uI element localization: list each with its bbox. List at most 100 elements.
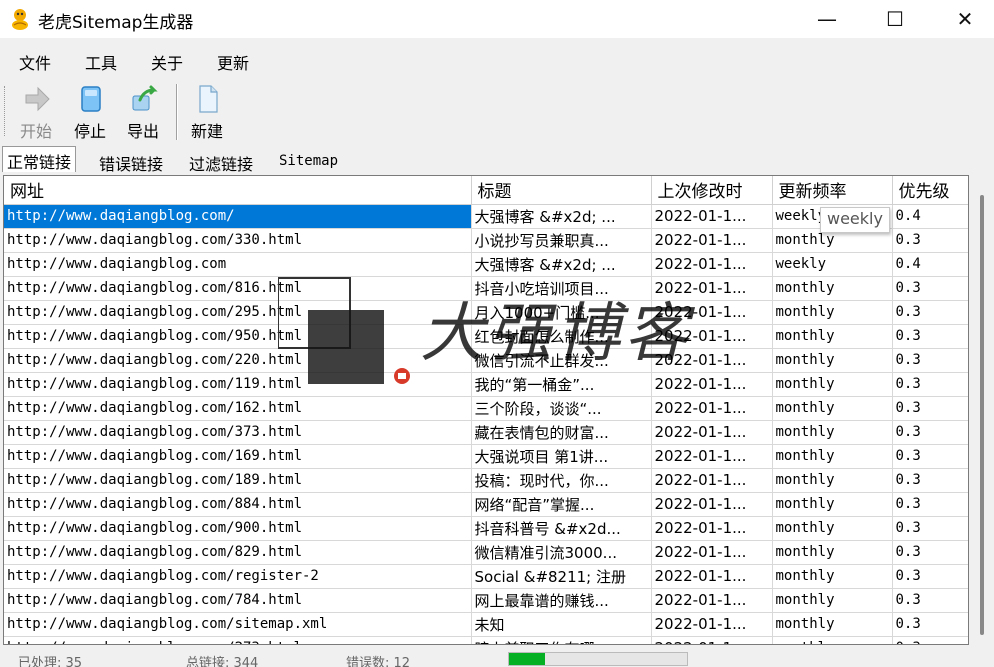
links-table[interactable]: 网址 标题 上次修改时 更新频率 优先级 http://www.daqiangb… (3, 175, 969, 645)
table-row[interactable]: http://www.daqiangblog.com/373.html 藏在表情包… (4, 420, 968, 445)
cell-changefreq: monthly (772, 468, 893, 493)
new-label: 新建 (190, 122, 223, 141)
scrollbar-thumb[interactable] (980, 195, 984, 635)
cell-priority: 0.3 (892, 324, 968, 349)
cell-lastmod: 2022-01-1... (651, 588, 773, 613)
column-title-header[interactable]: 标题 (471, 176, 652, 205)
cell-title: 大强博客 &#x2d; ... (471, 204, 652, 229)
cell-changefreq: monthly (772, 444, 893, 469)
table-row[interactable]: http://www.daqiangblog.com/900.html 抖音科普号… (4, 516, 968, 541)
table-row[interactable]: http://www.daqiangblog.com/169.html 大强说项目… (4, 444, 968, 469)
cell-priority: 0.3 (892, 276, 968, 301)
minimize-button[interactable]: — (804, 0, 850, 38)
cell-url: http://www.daqiangblog.com/273.html (4, 636, 472, 644)
table-row[interactable]: http://www.daqiangblog.com 大强博客 &#x2d; ..… (4, 252, 968, 277)
menu-tools[interactable]: 工具 (85, 50, 117, 74)
table-row[interactable]: http://www.daqiangblog.com/189.html 投稿：现时… (4, 468, 968, 493)
tab-strip: 正常链接 错误链接 过滤链接 Sitemap (0, 146, 994, 174)
cell-title: 大强说项目 第1讲... (471, 444, 652, 469)
cell-url: http://www.daqiangblog.com/784.html (4, 588, 472, 613)
cell-title: 网上最靠谱的赚钱... (471, 588, 652, 613)
cell-lastmod: 2022-01-1... (651, 300, 773, 325)
toolbar-grip[interactable] (4, 86, 7, 136)
table-row[interactable]: http://www.daqiangblog.com/119.html 我的“第一… (4, 372, 968, 397)
status-total-links: 总链接: 344 (186, 656, 259, 667)
table-header-row: 网址 标题 上次修改时 更新频率 优先级 (4, 176, 968, 205)
stop-label: 停止 (73, 122, 106, 141)
cell-priority: 0.3 (892, 372, 968, 397)
table-row[interactable]: http://www.daqiangblog.com/829.html 微信精准引… (4, 540, 968, 565)
cell-priority: 0.3 (892, 588, 968, 613)
column-lastmod-header[interactable]: 上次修改时 (651, 176, 773, 205)
export-icon (132, 85, 158, 111)
cell-url: http://www.daqiangblog.com/162.html (4, 396, 472, 421)
cell-url: http://www.daqiangblog.com/169.html (4, 444, 472, 469)
cell-changefreq: monthly (772, 420, 893, 445)
menu-update[interactable]: 更新 (217, 50, 249, 74)
table-row[interactable]: http://www.daqiangblog.com/295.html 月入100… (4, 300, 968, 325)
cell-title: 未知 (471, 612, 652, 637)
cell-changefreq: monthly (772, 516, 893, 541)
cell-title: 网络“配音”掌握... (471, 492, 652, 517)
cell-changefreq: monthly (772, 396, 893, 421)
cell-url: http://www.daqiangblog.com/295.html (4, 300, 472, 325)
table-row[interactable]: http://www.daqiangblog.com/884.html 网络“配音… (4, 492, 968, 517)
cell-title: 大强博客 &#x2d; ... (471, 252, 652, 277)
tab-normal-links[interactable]: 正常链接 (2, 146, 77, 172)
cell-lastmod: 2022-01-1... (651, 252, 773, 277)
cell-lastmod: 2022-01-1... (651, 228, 773, 253)
cell-changefreq: monthly (772, 540, 893, 565)
export-button[interactable]: 导出 (118, 82, 168, 141)
cell-url: http://www.daqiangblog.com/189.html (4, 468, 472, 493)
tiger-app-icon (12, 9, 28, 30)
cell-title: 月入1000+门槛... (471, 300, 652, 325)
start-label: 开始 (19, 122, 52, 141)
cell-title: 暗上兼职工作有哪... (471, 636, 652, 644)
new-button[interactable]: 新建 (182, 82, 232, 141)
table-row[interactable]: http://www.daqiangblog.com/784.html 网上最靠谱… (4, 588, 968, 613)
vertical-scrollbar[interactable] (972, 175, 994, 645)
tooltip: weekly (820, 207, 890, 233)
close-button[interactable]: ✕ (942, 0, 988, 38)
cell-lastmod: 2022-01-1... (651, 612, 773, 637)
table-row[interactable]: http://www.daqiangblog.com/register-2 Soc… (4, 564, 968, 589)
cell-changefreq: monthly (772, 324, 893, 349)
tab-filtered-links[interactable]: 过滤链接 (184, 148, 259, 174)
column-priority-header[interactable]: 优先级 (892, 176, 968, 205)
cell-changefreq: monthly (772, 300, 893, 325)
arrow-right-icon (25, 86, 50, 112)
cell-changefreq: monthly (772, 612, 893, 637)
stop-button[interactable]: 停止 (65, 82, 115, 141)
cell-title: 小说抄写员兼职真... (471, 228, 652, 253)
window-title: 老虎Sitemap生成器 (38, 13, 194, 33)
cell-url: http://www.daqiangblog.com (4, 252, 472, 277)
cell-lastmod: 2022-01-1... (651, 636, 773, 644)
cell-priority: 0.3 (892, 348, 968, 373)
column-changefreq-header[interactable]: 更新频率 (772, 176, 893, 205)
menu-about[interactable]: 关于 (151, 50, 183, 74)
cell-priority: 0.3 (892, 300, 968, 325)
cell-lastmod: 2022-01-1... (651, 468, 773, 493)
cell-priority: 0.3 (892, 228, 968, 253)
column-url-header[interactable]: 网址 (4, 176, 472, 205)
toolbar: 开始 停止 导出 新建 (0, 80, 994, 142)
cell-lastmod: 2022-01-1... (651, 564, 773, 589)
tab-sitemap[interactable]: Sitemap (274, 148, 344, 174)
table-row[interactable]: http://www.daqiangblog.com/816.html 抖音小吃培… (4, 276, 968, 301)
table-body: http://www.daqiangblog.com/大强博客 &#x2d; .… (4, 204, 968, 644)
cell-lastmod: 2022-01-1... (651, 324, 773, 349)
menu-file[interactable]: 文件 (19, 50, 51, 74)
table-row[interactable]: http://www.daqiangblog.com/162.html 三个阶段，… (4, 396, 968, 421)
cell-url: http://www.daqiangblog.com/sitemap.xml (4, 612, 472, 637)
start-button[interactable]: 开始 (11, 82, 61, 141)
cell-url: http://www.daqiangblog.com/373.html (4, 420, 472, 445)
maximize-button[interactable]: ☐ (872, 0, 918, 38)
table-row[interactable]: http://www.daqiangblog.com/sitemap.xml 未知… (4, 612, 968, 637)
table-row[interactable]: http://www.daqiangblog.com/220.html 微信引流不… (4, 348, 968, 373)
cell-lastmod: 2022-01-1... (651, 372, 773, 397)
tab-error-links[interactable]: 错误链接 (94, 148, 169, 174)
table-row[interactable]: http://www.daqiangblog.com/273.html暗上兼职工… (4, 636, 968, 644)
table-row[interactable]: http://www.daqiangblog.com/950.html 红包封面怎… (4, 324, 968, 349)
export-label: 导出 (126, 122, 159, 141)
cell-changefreq: monthly (772, 636, 893, 644)
